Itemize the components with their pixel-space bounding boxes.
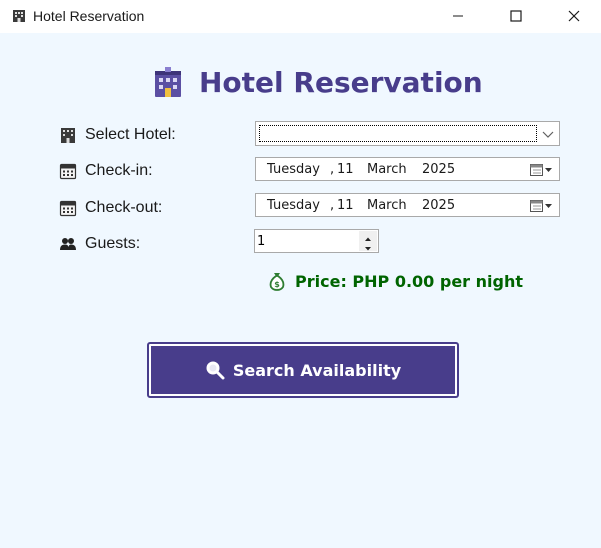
select-hotel-label: Select Hotel: — [85, 126, 176, 143]
check-in-weekday: Tuesday — [267, 162, 320, 177]
close-button[interactable] — [551, 0, 597, 33]
hotel-icon — [155, 67, 181, 97]
check-out-separator: , — [330, 198, 335, 213]
check-in-day: 11 — [337, 162, 354, 177]
search-button-label: Search Availability — [232, 360, 402, 380]
minimize-icon — [453, 15, 463, 17]
page-title: Hotel Reservation — [199, 65, 483, 99]
people-icon — [60, 238, 76, 250]
check-out-month: March — [367, 198, 407, 213]
hotel-select[interactable] — [255, 121, 560, 146]
close-icon — [568, 10, 580, 22]
check-in-month: March — [367, 162, 407, 177]
check-in-label-row: Check-in: — [59, 161, 153, 181]
maximize-button[interactable] — [493, 0, 539, 33]
focus-rectangle — [259, 125, 537, 142]
select-hotel-label-row: Select Hotel: — [59, 125, 176, 145]
guests-label-row: Guests: — [59, 234, 140, 254]
minimize-button[interactable] — [435, 0, 481, 33]
check-out-year: 2025 — [422, 198, 456, 213]
search-button-face[interactable]: Search Availability — [151, 346, 455, 394]
price-text: Price: PHP 0.00 per night — [295, 271, 523, 291]
calendar-dropdown-icon[interactable] — [530, 199, 554, 213]
money-bag-icon: $ — [269, 273, 285, 291]
check-in-label: Check-in: — [85, 162, 153, 179]
check-out-label-row: Check-out: — [59, 198, 162, 218]
check-out-day: 11 — [337, 198, 354, 213]
calendar-icon — [59, 200, 77, 217]
price-display: $ Price: PHP 0.00 per night — [268, 270, 523, 292]
check-out-label: Check-out: — [85, 199, 163, 216]
check-out-date-picker[interactable]: Tuesday , 11 March 2025 — [255, 193, 560, 217]
hotel-icon — [61, 128, 75, 143]
calendar-dropdown-icon[interactable] — [530, 163, 554, 177]
calendar-icon — [59, 163, 77, 180]
guests-stepper[interactable] — [254, 229, 379, 253]
magnifier-icon — [206, 361, 225, 380]
search-availability-button[interactable]: Search Availability — [147, 342, 459, 398]
guests-input[interactable] — [257, 232, 352, 250]
stepper-down-button[interactable] — [359, 241, 377, 251]
hotel-icon — [13, 10, 25, 22]
chevron-down-icon — [542, 131, 554, 138]
form-heading: Hotel Reservation — [152, 64, 483, 100]
check-in-separator: , — [330, 162, 335, 177]
stepper-up-button[interactable] — [359, 231, 377, 241]
title-bar[interactable]: Hotel Reservation — [0, 0, 601, 33]
check-in-year: 2025 — [422, 162, 456, 177]
maximize-icon — [510, 10, 522, 22]
triangle-down-icon — [365, 247, 371, 251]
svg-text:$: $ — [274, 280, 280, 289]
window-title: Hotel Reservation — [33, 8, 145, 24]
check-out-weekday: Tuesday — [267, 198, 320, 213]
check-in-date-picker[interactable]: Tuesday , 11 March 2025 — [255, 157, 560, 181]
guests-label: Guests: — [85, 235, 141, 252]
